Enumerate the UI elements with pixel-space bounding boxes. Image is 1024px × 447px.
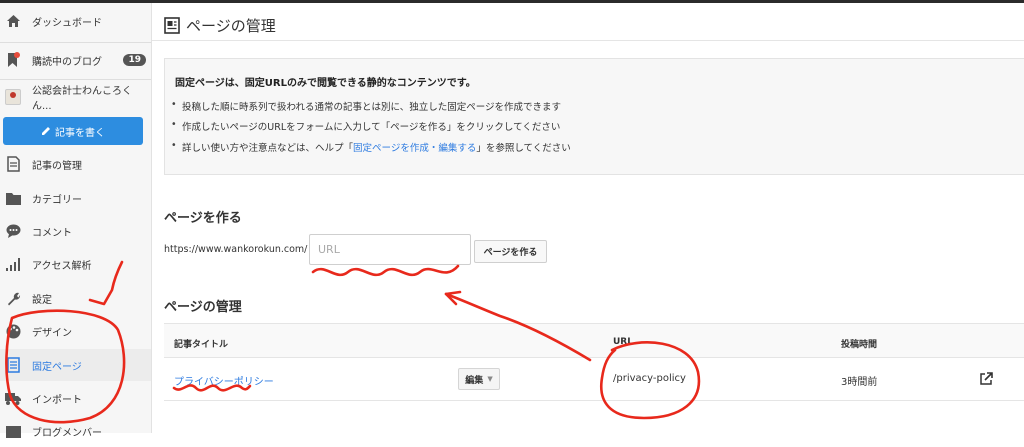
sidebar-item-label: ダッシュボード — [32, 17, 102, 29]
wrench-icon — [5, 290, 21, 306]
bar-chart-icon — [5, 256, 21, 272]
sidebar-item-label: デザイン — [32, 327, 72, 339]
column-header-url: URL — [613, 337, 633, 347]
sidebar: ダッシュボード 購読中のブログ 19 公認会計士わんころくん... 記事を書く … — [0, 3, 152, 439]
bookmark-icon — [5, 52, 21, 68]
column-header-time: 投稿時間 — [841, 340, 878, 350]
sidebar-item-label: コメント — [32, 227, 72, 239]
sidebar-item-categories[interactable]: カテゴリー — [0, 182, 151, 214]
palette-icon — [5, 323, 21, 339]
create-page-button[interactable]: ページを作る — [474, 240, 547, 263]
sidebar-item-static-pages[interactable]: 固定ページ — [0, 349, 151, 381]
help-link[interactable]: 固定ページを作成・編集する — [353, 143, 476, 154]
divider — [152, 40, 1024, 41]
post-time: 3時間前 — [841, 377, 878, 388]
sidebar-item-label: アクセス解析 — [32, 260, 92, 272]
sidebar-item-members[interactable]: ブログメンバー — [0, 415, 151, 447]
info-box: 固定ページは、固定URLのみで閲覧できる静的なコンテンツです。 投稿した順に時系… — [164, 58, 1024, 175]
blog-avatar — [5, 89, 21, 105]
info-bullet: 詳しい使い方や注意点などは、ヘルプ「固定ページを作成・編集する」を参照してくださ… — [171, 140, 571, 154]
sidebar-item-comments[interactable]: コメント — [0, 215, 151, 247]
main-content: ページの管理 固定ページは、固定URLのみで閲覧できる静的なコンテンツです。 投… — [152, 3, 1024, 433]
page-manage-icon — [164, 17, 180, 34]
pencil-icon — [42, 127, 50, 135]
write-article-button[interactable]: 記事を書く — [3, 117, 143, 145]
page-icon — [5, 357, 21, 373]
sidebar-item-blog[interactable]: 公認会計士わんころくん... — [0, 81, 151, 113]
info-bullet: 投稿した順に時系列で扱われる通常の記事とは別に、独立した固定ページを作成できます — [171, 99, 561, 113]
sidebar-item-settings[interactable]: 設定 — [0, 282, 151, 314]
sidebar-item-design[interactable]: デザイン — [0, 315, 151, 347]
table-header: 記事タイトル URL 投稿時間 — [164, 323, 1024, 358]
sidebar-item-import[interactable]: インポート — [0, 382, 151, 414]
info-heading: 固定ページは、固定URLのみで閲覧できる静的なコンテンツです。 — [175, 78, 476, 89]
comment-icon — [5, 223, 21, 239]
sidebar-item-analytics[interactable]: アクセス解析 — [0, 248, 151, 280]
divider — [0, 79, 151, 80]
url-prefix: https://www.wankorokun.com/ — [164, 244, 308, 255]
page-title: ページの管理 — [164, 15, 276, 36]
sidebar-item-label: インポート — [32, 394, 82, 406]
sidebar-item-label: 購読中のブログ — [32, 56, 102, 68]
sidebar-item-articles[interactable]: 記事の管理 — [0, 148, 151, 180]
divider — [0, 42, 151, 43]
document-icon — [5, 156, 21, 172]
sidebar-item-label: 公認会計士わんころくん... — [32, 86, 132, 112]
info-bullet: 作成したいページのURLをフォームに入力して「ページを作る」をクリックしてくださ… — [171, 119, 560, 133]
caret-down-icon: ▼ — [487, 375, 493, 383]
column-header-title: 記事タイトル — [174, 340, 229, 350]
manage-pages-heading: ページの管理 — [164, 300, 242, 315]
external-link-icon[interactable] — [979, 372, 993, 386]
page-url: /privacy-policy — [613, 373, 686, 384]
sidebar-item-dashboard[interactable]: ダッシュボード — [0, 5, 151, 37]
url-input[interactable] — [309, 234, 471, 265]
home-icon — [5, 13, 21, 29]
sidebar-item-label: カテゴリー — [32, 194, 82, 206]
sidebar-item-label: 固定ページ — [32, 361, 82, 373]
folder-icon — [5, 190, 21, 206]
members-icon — [5, 423, 21, 439]
edit-button[interactable]: 編集 ▼ — [458, 368, 500, 390]
truck-icon — [5, 390, 21, 406]
sidebar-item-subscriptions[interactable]: 購読中のブログ 19 — [0, 44, 151, 76]
create-page-heading: ページを作る — [164, 211, 242, 226]
sidebar-item-label: 記事の管理 — [32, 160, 82, 172]
sidebar-item-label: 設定 — [32, 294, 52, 306]
unread-count-badge: 19 — [123, 54, 146, 66]
table-row: プライバシーポリシー 編集 ▼ /privacy-policy 3時間前 — [164, 358, 1024, 401]
page-title-link[interactable]: プライバシーポリシー — [174, 373, 274, 388]
sidebar-item-label: ブログメンバー — [32, 427, 102, 439]
